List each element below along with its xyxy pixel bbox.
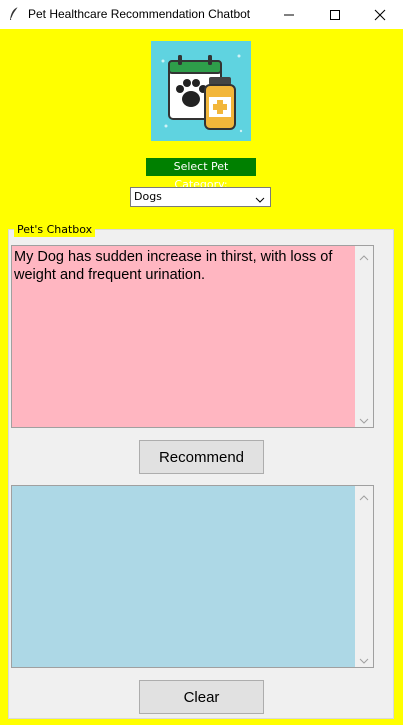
pet-medicine-calendar-icon xyxy=(151,41,251,141)
output-scrollbar[interactable] xyxy=(355,486,373,667)
scroll-up-icon[interactable] xyxy=(358,249,370,261)
feather-icon xyxy=(8,6,20,22)
pet-category-select[interactable]: Dogs xyxy=(130,187,271,207)
scroll-up-icon[interactable] xyxy=(358,489,370,501)
maximize-icon[interactable] xyxy=(312,0,358,29)
chatbox-legend: Pet's Chatbox xyxy=(14,223,96,237)
symptom-input-textarea[interactable]: My Dog has sudden increase in thirst, wi… xyxy=(11,245,374,428)
selected-category: Dogs xyxy=(134,190,162,203)
chevron-down-icon[interactable] xyxy=(254,191,266,203)
category-label: Select Pet Category: xyxy=(146,158,256,191)
title-bar: Pet Healthcare Recommendation Chatbot xyxy=(0,0,403,29)
symptom-input-text: My Dog has sudden increase in thirst, wi… xyxy=(14,249,333,283)
recommend-button[interactable]: Recommend xyxy=(139,440,264,474)
recommendation-output-textarea[interactable] xyxy=(11,485,374,668)
input-scrollbar[interactable] xyxy=(355,246,373,427)
minimize-icon[interactable] xyxy=(266,0,312,29)
scroll-down-icon[interactable] xyxy=(358,412,370,424)
window-title: Pet Healthcare Recommendation Chatbot xyxy=(28,7,251,21)
scroll-down-icon[interactable] xyxy=(358,652,370,664)
clear-button[interactable]: Clear xyxy=(139,680,264,714)
close-icon[interactable] xyxy=(357,0,403,29)
